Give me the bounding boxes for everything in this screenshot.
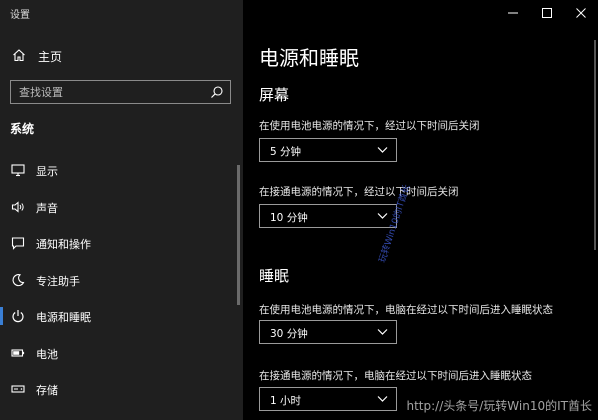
sleep-plugged-label: 在接通电源的情况下，电脑在经过以下时间后进入睡眠状态 <box>259 370 532 382</box>
sidebar-item-label: 通知和操作 <box>36 238 91 251</box>
app-title: 设置 <box>10 10 30 21</box>
battery-icon <box>11 348 25 357</box>
minimize-button[interactable] <box>496 0 530 26</box>
home-icon <box>13 49 25 62</box>
sidebar-item-storage[interactable]: 存储 <box>0 371 243 408</box>
sidebar-item-label: 主页 <box>38 50 63 64</box>
screen-battery-label: 在使用电池电源的情况下，经过以下时间后关闭 <box>259 120 480 132</box>
sidebar-item-label: 声音 <box>36 201 58 215</box>
sidebar-item-focus-assist[interactable]: 专注助手 <box>0 262 243 299</box>
main-scrollbar[interactable] <box>594 40 596 250</box>
screen-battery-dropdown[interactable]: 5 分钟 <box>259 138 397 162</box>
sound-icon <box>11 200 24 213</box>
search-box[interactable] <box>10 80 231 104</box>
section-title-screen: 屏幕 <box>259 86 290 104</box>
close-button[interactable] <box>564 0 598 26</box>
sidebar-scrollbar[interactable] <box>237 165 240 305</box>
sidebar-item-home[interactable]: 主页 <box>0 40 243 70</box>
chevron-down-icon <box>377 329 388 335</box>
sleep-battery-label: 在使用电池电源的情况下，电脑在经过以下时间后进入睡眠状态 <box>259 304 553 316</box>
dropdown-value: 30 分钟 <box>270 328 308 340</box>
sidebar-item-label: 显示 <box>36 165 58 178</box>
section-label-system: 系统 <box>10 122 35 136</box>
dropdown-value: 5 分钟 <box>270 146 302 158</box>
moon-icon <box>12 273 25 286</box>
display-icon <box>11 164 25 177</box>
main-content: 电源和睡眠 屏幕 在使用电池电源的情况下，经过以下时间后关闭 5 分钟 在接通电… <box>243 0 598 420</box>
sidebar-nav: 显示 声音 通知和操作 专注助手 电源和睡眠 电池 存储 <box>0 152 243 408</box>
screen-plugged-dropdown[interactable]: 10 分钟 <box>259 204 397 228</box>
watermark-bottom: http://头条号/玩转Win10的IT酋长 <box>406 399 593 413</box>
section-title-sleep: 睡眠 <box>259 267 290 285</box>
search-icon[interactable] <box>210 85 224 99</box>
sidebar-item-power-sleep[interactable]: 电源和睡眠 <box>0 298 243 335</box>
minimize-icon <box>508 12 518 14</box>
maximize-icon <box>542 8 552 18</box>
close-icon <box>576 8 586 18</box>
sidebar-item-label: 存储 <box>36 384 58 397</box>
sleep-battery-dropdown[interactable]: 30 分钟 <box>259 320 397 344</box>
sidebar-item-battery[interactable]: 电池 <box>0 335 243 372</box>
sidebar-item-label: 专注助手 <box>36 274 80 288</box>
sidebar-item-display[interactable]: 显示 <box>0 152 243 189</box>
sidebar-item-notifications[interactable]: 通知和操作 <box>0 225 243 262</box>
screen-plugged-label: 在接通电源的情况下，经过以下时间后关闭 <box>259 186 459 198</box>
chevron-down-icon <box>377 396 388 402</box>
sidebar-item-label: 电源和睡眠 <box>36 311 91 324</box>
sidebar-item-sound[interactable]: 声音 <box>0 189 243 226</box>
storage-icon <box>11 385 25 393</box>
page-title: 电源和睡眠 <box>259 46 359 70</box>
chevron-down-icon <box>377 213 388 219</box>
chevron-down-icon <box>377 147 388 153</box>
notification-icon <box>11 237 25 250</box>
dropdown-value: 1 小时 <box>270 395 302 407</box>
sidebar: 设置 主页 系统 显示 <box>0 0 243 420</box>
power-icon <box>12 310 24 323</box>
settings-window: 设置 主页 系统 显示 <box>0 0 598 420</box>
maximize-button[interactable] <box>530 0 564 26</box>
sleep-plugged-dropdown[interactable]: 1 小时 <box>259 387 397 411</box>
search-input[interactable] <box>11 81 201 103</box>
sidebar-item-label: 电池 <box>36 347 58 361</box>
dropdown-value: 10 分钟 <box>270 212 308 224</box>
window-controls <box>496 0 598 26</box>
selected-indicator <box>0 307 3 325</box>
